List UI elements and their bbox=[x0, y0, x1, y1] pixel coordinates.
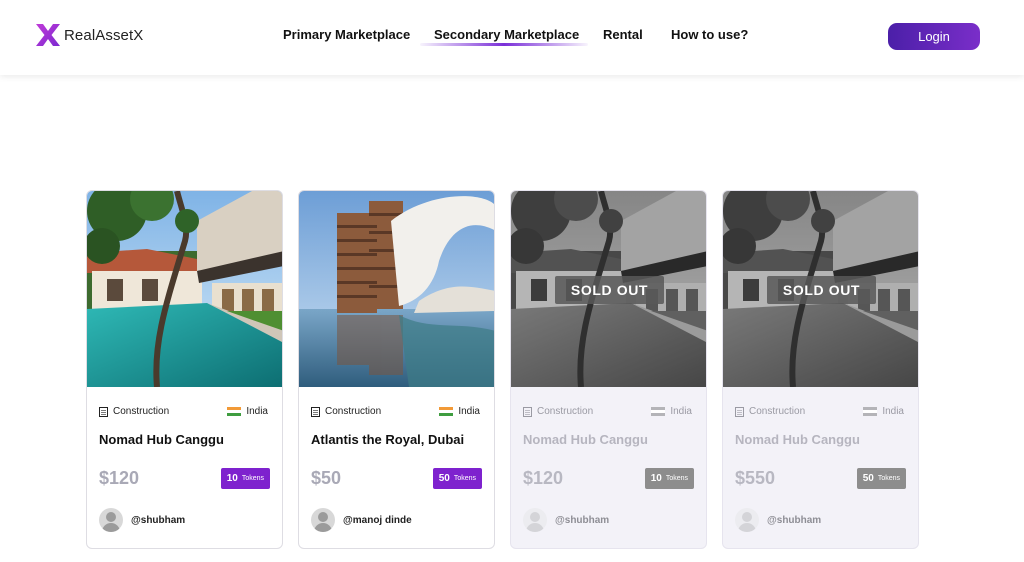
tokens-badge: 10 Tokens bbox=[220, 468, 270, 489]
building-icon bbox=[311, 406, 320, 417]
property-title: Atlantis the Royal, Dubai bbox=[311, 432, 465, 447]
india-flag-icon bbox=[863, 406, 878, 417]
nav-rental[interactable]: Rental bbox=[603, 27, 643, 42]
property-price: $120 bbox=[523, 468, 564, 488]
property-image bbox=[299, 191, 495, 387]
avatar bbox=[735, 508, 759, 532]
property-price: $50 bbox=[311, 468, 342, 488]
india-flag-icon bbox=[227, 406, 242, 417]
tokens-badge: 50 Tokens bbox=[856, 468, 906, 489]
property-type: Construction bbox=[749, 406, 806, 417]
top-header: RealAssetX Primary Marketplace Secondary… bbox=[0, 0, 1024, 75]
property-card[interactable]: Construction India Nomad Hub Canggu $120… bbox=[86, 190, 283, 549]
tokens-label: Tokens bbox=[241, 475, 264, 482]
property-price: $120 bbox=[99, 468, 140, 488]
property-card-sold[interactable]: SOLD OUT Construction India Nomad Hub Ca… bbox=[722, 190, 919, 549]
nav-secondary-marketplace[interactable]: Secondary Marketplace bbox=[434, 27, 579, 42]
building-icon bbox=[523, 406, 532, 417]
nav-primary-marketplace[interactable]: Primary Marketplace bbox=[283, 27, 410, 42]
property-title: Nomad Hub Canggu bbox=[735, 432, 860, 447]
tokens-label: Tokens bbox=[453, 475, 476, 482]
property-price: $550 bbox=[735, 468, 776, 488]
india-flag-icon bbox=[439, 406, 454, 417]
property-country: India bbox=[246, 406, 268, 417]
owner-username[interactable]: @shubham bbox=[555, 515, 609, 526]
avatar bbox=[99, 508, 123, 532]
property-country: India bbox=[458, 406, 480, 417]
tokens-count: 50 bbox=[438, 473, 450, 484]
property-title: Nomad Hub Canggu bbox=[99, 432, 224, 447]
property-country: India bbox=[670, 406, 692, 417]
tokens-badge: 10 Tokens bbox=[644, 468, 694, 489]
active-nav-indicator bbox=[420, 43, 588, 46]
india-flag-icon bbox=[651, 406, 666, 417]
property-title: Nomad Hub Canggu bbox=[523, 432, 648, 447]
property-image bbox=[87, 191, 283, 387]
owner-username[interactable]: @shubham bbox=[131, 515, 185, 526]
tokens-label: Tokens bbox=[877, 475, 900, 482]
property-card-sold[interactable]: SOLD OUT Construction India Nomad Hub Ca… bbox=[510, 190, 707, 549]
avatar bbox=[311, 508, 335, 532]
owner-username[interactable]: @shubham bbox=[767, 515, 821, 526]
property-type: Construction bbox=[113, 406, 170, 417]
building-icon bbox=[99, 406, 108, 417]
nav-how-to-use[interactable]: How to use? bbox=[671, 27, 748, 42]
property-type: Construction bbox=[537, 406, 594, 417]
sold-out-badge: SOLD OUT bbox=[555, 276, 664, 304]
tokens-count: 10 bbox=[226, 473, 238, 484]
building-icon bbox=[735, 406, 744, 417]
property-country: India bbox=[882, 406, 904, 417]
tokens-count: 10 bbox=[650, 473, 662, 484]
property-type: Construction bbox=[325, 406, 382, 417]
sold-out-badge: SOLD OUT bbox=[767, 276, 876, 304]
avatar bbox=[523, 508, 547, 532]
login-button[interactable]: Login bbox=[888, 23, 980, 50]
tokens-count: 50 bbox=[862, 473, 874, 484]
tokens-badge: 50 Tokens bbox=[432, 468, 482, 489]
tokens-label: Tokens bbox=[665, 475, 688, 482]
property-card[interactable]: Construction India Atlantis the Royal, D… bbox=[298, 190, 495, 549]
owner-username[interactable]: @manoj dinde bbox=[343, 515, 412, 526]
